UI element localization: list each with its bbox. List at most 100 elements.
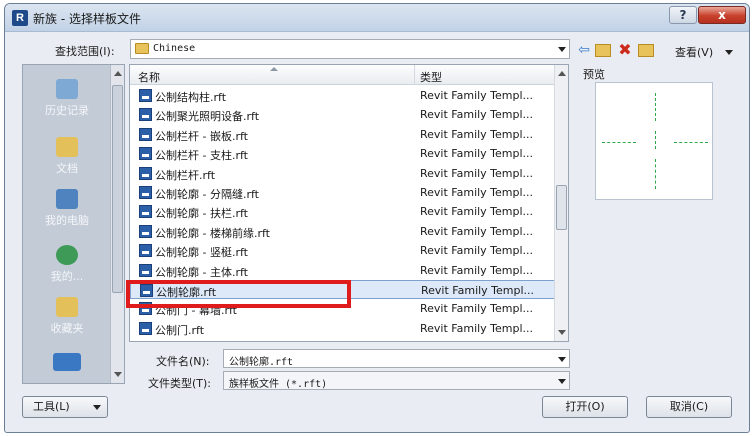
highlight-annotation-box [126,280,351,308]
filename-value: 公制轮廓.rft [229,357,294,368]
history-icon [56,79,78,99]
place-history[interactable]: 历史记录 [23,79,111,118]
file-name: 公制栏杆.rft [155,168,216,182]
rft-file-icon [139,147,152,161]
column-header-name[interactable]: 名称 [138,69,160,85]
scroll-up-icon[interactable] [558,71,566,76]
preview-reference-line [655,93,656,121]
place-label: 历史记录 [45,104,89,117]
file-row[interactable]: 公制轮廓 - 分隔缝.rft Revit Family Templ... [130,183,556,202]
file-list-scrollbar[interactable] [554,65,568,341]
window-title: 新族 - 选择样板文件 [33,12,141,26]
column-header-type[interactable]: 类型 [420,69,442,85]
file-name: 公制轮廓 - 楼梯前缘.rft [155,226,270,240]
list-header: 名称 类型 [130,65,556,85]
file-name: 公制轮廓 - 分隔缝.rft [155,187,259,201]
scroll-down-icon[interactable] [114,372,122,377]
close-button[interactable]: x [698,6,746,24]
place-label: 我的... [50,270,84,283]
file-type: Revit Family Templ... [420,205,534,219]
file-row[interactable]: 公制栏杆 - 支柱.rft Revit Family Templ... [130,144,556,163]
rft-file-icon [139,224,152,238]
revit-app-icon: R [12,10,28,26]
file-row[interactable]: 公制门.rft Revit Family Templ... [130,319,556,338]
chevron-down-icon [93,405,101,410]
place-label: 文档 [56,162,78,175]
filetype-label: 文件类型(T): [148,377,212,390]
sort-ascending-icon [270,67,278,71]
file-name: 公制结构柱.rft [155,91,227,104]
file-type: Revit Family Templ... [420,224,534,238]
places-scrollbar[interactable] [110,65,124,383]
file-name: 公制轮廓 - 主体.rft [155,265,248,279]
file-type: Revit Family Templ... [420,147,534,161]
file-row[interactable]: 公制轮廓 - 竖梃.rft Revit Family Templ... [130,241,556,260]
file-name: 公制栏杆 - 支柱.rft [155,149,248,163]
open-button[interactable]: 打开(O) [542,396,628,418]
places-bar: 历史记录 文档 我的电脑 我的... 收藏夹 [22,64,125,384]
rft-file-icon [139,185,152,199]
file-type: Revit Family Templ... [420,185,534,199]
rft-file-icon [139,244,152,258]
place-label: 收藏夹 [50,322,84,335]
favorites-icon [56,297,78,317]
lookin-value: Chinese [153,43,196,54]
folder-icon [135,43,149,54]
file-type: Revit Family Templ... [420,244,534,258]
file-type: Revit Family Templ... [420,263,534,277]
file-row[interactable]: 公制结构柱.rft Revit Family Templ... [130,86,556,105]
place-documents[interactable]: 文档 [23,137,111,176]
network-icon [56,245,78,265]
rft-file-icon [139,321,152,335]
tools-button[interactable]: 工具(L) [22,396,108,418]
rft-file-icon [139,108,152,122]
chevron-down-icon[interactable] [558,379,566,384]
filename-input[interactable]: 公制轮廓.rft [223,349,570,368]
preview-reference-line [674,142,708,143]
scroll-thumb[interactable] [556,185,567,230]
file-type: Revit Family Templ... [420,166,534,180]
file-type: Revit Family Templ... [421,283,535,297]
chevron-down-icon[interactable] [558,47,566,52]
file-row[interactable]: 公制轮廓 - 主体.rft Revit Family Templ... [130,261,556,280]
rft-file-icon [139,263,152,277]
cancel-button[interactable]: 取消(C) [646,396,732,418]
delete-icon[interactable]: ✖ [617,42,633,58]
preview-pane [595,82,713,200]
view-chevron-down-icon[interactable] [725,50,733,55]
documents-icon [56,137,78,157]
preview-reference-line [602,142,636,143]
back-arrow-icon[interactable]: ⇦ [576,42,592,58]
new-folder-icon[interactable] [638,44,654,57]
place-computer[interactable]: 我的电脑 [23,189,111,228]
help-button[interactable]: ? [669,6,697,24]
place-network[interactable]: 我的... [23,245,111,284]
column-divider[interactable] [414,65,415,85]
up-folder-icon[interactable] [595,44,611,57]
scroll-thumb[interactable] [112,85,123,293]
view-menu-button[interactable]: 查看(V) [675,44,713,60]
file-row[interactable]: 公制聚光照明设备.rft Revit Family Templ... [130,105,556,124]
filetype-dropdown[interactable]: 族样板文件 (*.rft) [223,371,570,390]
filename-label: 文件名(N): [156,355,210,368]
computer-icon [56,189,78,209]
scroll-down-icon[interactable] [558,330,566,335]
tools-label: 工具(L) [33,400,70,413]
place-favorites[interactable]: 收藏夹 [23,297,111,336]
file-type: Revit Family Templ... [420,321,534,335]
rft-file-icon [139,205,152,219]
file-type: Revit Family Templ... [420,89,534,102]
file-row[interactable]: 公制轮廓 - 楼梯前缘.rft Revit Family Templ... [130,222,556,241]
preview-label: 预览 [583,68,605,81]
chevron-down-icon[interactable] [558,357,566,362]
file-row[interactable]: 公制栏杆 - 嵌板.rft Revit Family Templ... [130,125,556,144]
file-row[interactable]: 公制轮廓 - 扶栏.rft Revit Family Templ... [130,202,556,221]
lookin-dropdown[interactable]: Chinese [130,39,570,59]
file-name: 公制聚光照明设备.rft [155,110,260,124]
preview-reference-line [655,131,656,149]
file-row[interactable]: 公制栏杆.rft Revit Family Templ... [130,164,556,183]
scroll-up-icon[interactable] [114,71,122,76]
file-name: 公制门.rft [155,323,205,337]
place-desktop[interactable] [23,353,111,374]
file-type: Revit Family Templ... [420,302,534,316]
